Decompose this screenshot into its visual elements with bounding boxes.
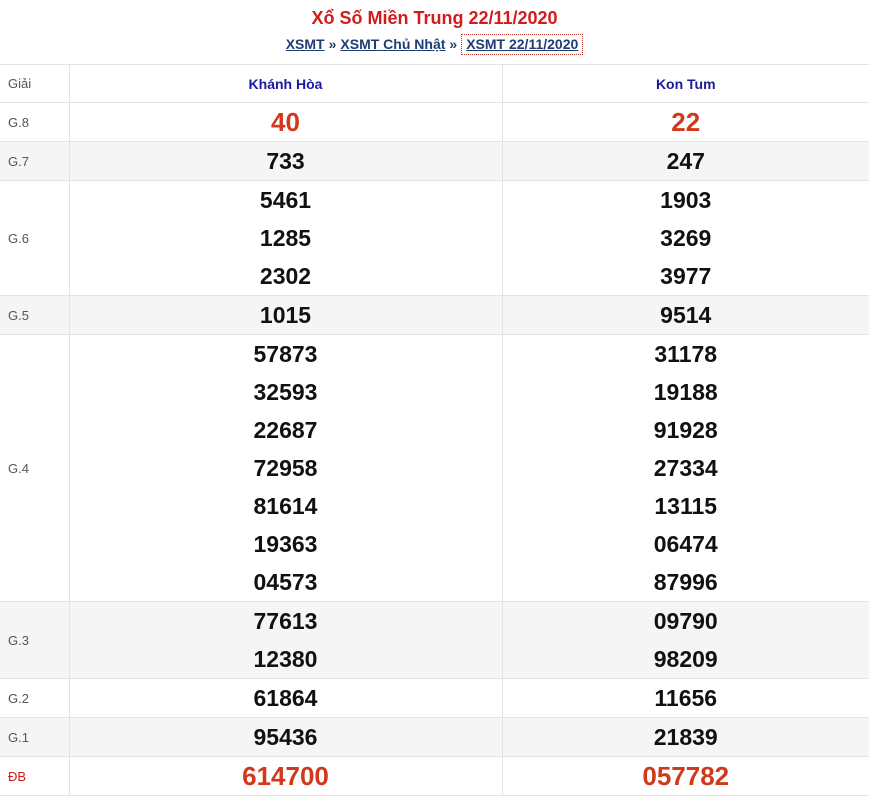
prize-row: ĐB614700057782 (0, 757, 869, 796)
lottery-number: 13115 (503, 487, 869, 525)
lottery-number: 247 (503, 142, 869, 180)
lottery-number: 3977 (503, 257, 869, 295)
prize-row: G.510159514 (0, 296, 869, 335)
breadcrumb-link-xsmt[interactable]: XSMT (286, 36, 325, 52)
prize-numbers-cell: 057782 (502, 757, 869, 796)
results-body: G.84022G.7733247G.6546112852302190332693… (0, 103, 869, 796)
results-table: Giải Khánh Hòa Kon Tum G.84022G.7733247G… (0, 64, 869, 796)
lottery-number: 19188 (503, 373, 869, 411)
breadcrumb-separator: » (325, 36, 341, 52)
lottery-number: 57873 (70, 335, 502, 373)
lottery-number: 72958 (70, 449, 502, 487)
lottery-number: 40 (70, 103, 502, 141)
lottery-number: 12380 (70, 640, 502, 678)
prize-numbers-cell: 11656 (502, 679, 869, 718)
prize-label: G.3 (0, 602, 69, 679)
lottery-number: 04573 (70, 563, 502, 601)
province-header-khanh-hoa[interactable]: Khánh Hòa (69, 65, 502, 103)
breadcrumb-link-xsmt-chu-nhat[interactable]: XSMT Chủ Nhật (340, 36, 445, 52)
lottery-number: 614700 (70, 757, 502, 795)
prize-numbers-cell: 190332693977 (502, 181, 869, 296)
prize-numbers-cell: 40 (69, 103, 502, 142)
prize-row: G.84022 (0, 103, 869, 142)
lottery-number: 27334 (503, 449, 869, 487)
lottery-number: 98209 (503, 640, 869, 678)
prize-numbers-cell: 22 (502, 103, 869, 142)
prize-column-header: Giải (0, 65, 69, 103)
prize-numbers-cell: 31178191889192827334131150647487996 (502, 335, 869, 602)
breadcrumb-link-current-date[interactable]: XSMT 22/11/2020 (461, 34, 583, 55)
prize-row: G.7733247 (0, 142, 869, 181)
lottery-number: 1015 (70, 296, 502, 334)
lottery-number: 81614 (70, 487, 502, 525)
page-header: Xổ Số Miền Trung 22/11/2020 XSMT»XSMT Ch… (0, 0, 869, 64)
lottery-number: 2302 (70, 257, 502, 295)
prize-numbers-cell: 546112852302 (69, 181, 502, 296)
prize-numbers-cell: 57873325932268772958816141936304573 (69, 335, 502, 602)
lottery-number: 5461 (70, 181, 502, 219)
prize-label: ĐB (0, 757, 69, 796)
province-header-kon-tum[interactable]: Kon Tum (502, 65, 869, 103)
lottery-number: 06474 (503, 525, 869, 563)
lottery-number: 95436 (70, 718, 502, 756)
lottery-number: 3269 (503, 219, 869, 257)
prize-label: G.4 (0, 335, 69, 602)
prize-numbers-cell: 21839 (502, 718, 869, 757)
lottery-number: 057782 (503, 757, 869, 795)
prize-numbers-cell: 0979098209 (502, 602, 869, 679)
lottery-number: 733 (70, 142, 502, 180)
page-title: Xổ Số Miền Trung 22/11/2020 (0, 7, 869, 29)
prize-numbers-cell: 95436 (69, 718, 502, 757)
prize-label: G.5 (0, 296, 69, 335)
lottery-number: 11656 (503, 679, 869, 717)
prize-label: G.7 (0, 142, 69, 181)
lottery-number: 9514 (503, 296, 869, 334)
breadcrumb-separator: » (445, 36, 461, 52)
prize-row: G.26186411656 (0, 679, 869, 718)
lottery-number: 19363 (70, 525, 502, 563)
lottery-number: 22 (503, 103, 869, 141)
prize-numbers-cell: 614700 (69, 757, 502, 796)
lottery-number: 31178 (503, 335, 869, 373)
table-header-row: Giải Khánh Hòa Kon Tum (0, 65, 869, 103)
lottery-number: 1285 (70, 219, 502, 257)
prize-row: G.377613123800979098209 (0, 602, 869, 679)
prize-row: G.19543621839 (0, 718, 869, 757)
prize-numbers-cell: 247 (502, 142, 869, 181)
prize-row: G.6546112852302190332693977 (0, 181, 869, 296)
prize-numbers-cell: 9514 (502, 296, 869, 335)
lottery-number: 21839 (503, 718, 869, 756)
prize-numbers-cell: 733 (69, 142, 502, 181)
prize-row: G.45787332593226877295881614193630457331… (0, 335, 869, 602)
prize-label: G.8 (0, 103, 69, 142)
lottery-number: 22687 (70, 411, 502, 449)
lottery-number: 87996 (503, 563, 869, 601)
breadcrumb: XSMT»XSMT Chủ Nhật»XSMT 22/11/2020 (0, 33, 869, 55)
prize-label: G.2 (0, 679, 69, 718)
prize-label: G.6 (0, 181, 69, 296)
lottery-number: 91928 (503, 411, 869, 449)
prize-numbers-cell: 1015 (69, 296, 502, 335)
lottery-number: 09790 (503, 602, 869, 640)
lottery-number: 1903 (503, 181, 869, 219)
prize-numbers-cell: 7761312380 (69, 602, 502, 679)
lottery-number: 77613 (70, 602, 502, 640)
prize-numbers-cell: 61864 (69, 679, 502, 718)
lottery-number: 61864 (70, 679, 502, 717)
prize-label: G.1 (0, 718, 69, 757)
lottery-number: 32593 (70, 373, 502, 411)
